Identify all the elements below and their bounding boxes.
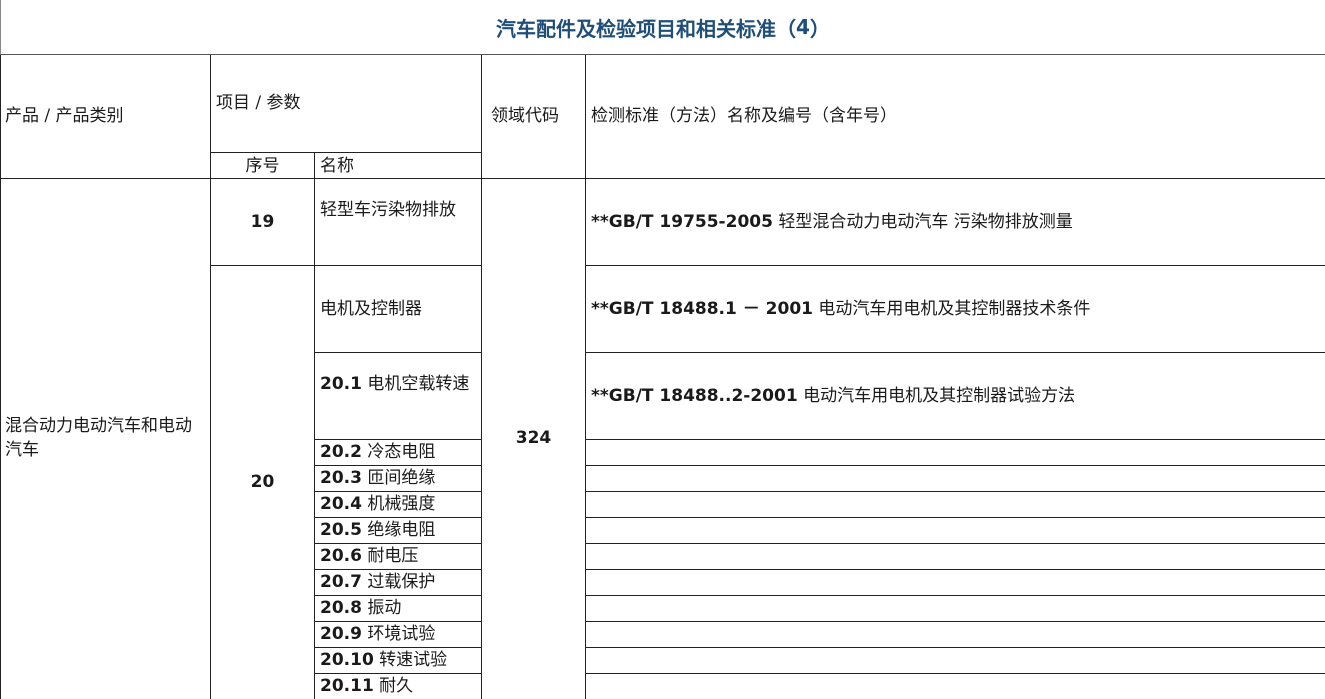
sub-item-number: 20.1 <box>320 374 362 394</box>
sub-item-number: 20.4 <box>320 494 362 514</box>
sub-item-number: 20.3 <box>320 468 362 488</box>
sub-item-number: 20.5 <box>320 520 362 540</box>
grid-line <box>585 621 1325 622</box>
sub-item-number: 20.9 <box>320 624 362 644</box>
standard-19: **GB/T 19755-2005 轻型混合动力电动汽车 污染物排放测量 <box>591 210 1073 234</box>
sub-item-number: 20.6 <box>320 546 362 566</box>
grid-line <box>585 439 1325 440</box>
grid-line <box>585 673 1325 674</box>
sub-item-label: 耐久 <box>373 676 414 696</box>
sub-item-label: 绝缘电阻 <box>361 520 436 540</box>
grid-line <box>585 569 1325 570</box>
sub-item-label: 耐电压 <box>361 546 419 566</box>
grid-line <box>585 517 1325 518</box>
grid-line <box>585 265 1325 266</box>
header-seq: 序号 <box>245 156 280 176</box>
header-standard: 检测标准（方法）名称及编号（含年号） <box>591 106 897 126</box>
standard-title: 轻型混合动力电动汽车 污染物排放测量 <box>772 212 1073 232</box>
spreadsheet: 汽车配件及检验项目和相关标准（ 4） 产品 / 产品类别 项目 / 参数 序号 名… <box>0 0 1325 699</box>
sheet-title: 汽车配件及检验项目和相关标准（ 4） <box>0 0 1325 55</box>
grid-line <box>585 491 1325 492</box>
grid-line <box>585 55 586 699</box>
header-domain-code: 领域代码 <box>491 106 559 126</box>
seq-20: 20 <box>250 472 275 492</box>
sub-item: 20.11 耐久 <box>320 674 413 698</box>
standard-code: **GB/T 19755-2005 <box>591 212 773 232</box>
grid-line <box>0 178 1325 179</box>
sub-item-label: 电机空载转速 <box>361 374 470 394</box>
header-product: 产品 / 产品类别 <box>5 106 124 126</box>
sub-item: 20.8 振动 <box>320 596 401 620</box>
domain-code-value: 324 <box>515 428 552 448</box>
sub-item-label: 匝间绝缘 <box>361 468 436 488</box>
sub-item-number: 20.7 <box>320 572 362 592</box>
sub-item: 20.9 环境试验 <box>320 622 435 646</box>
sub-item: 20.5 绝缘电阻 <box>320 518 435 542</box>
header-item-param: 项目 / 参数 <box>216 93 301 113</box>
item-name-19: 轻型车污染物排放 <box>320 200 456 220</box>
sub-item-label: 转速试验 <box>373 650 448 670</box>
standard-20-1: **GB/T 18488..2-2001 电动汽车用电机及其控制器试验方法 <box>591 384 1075 408</box>
item-name-20-1: 20.1 电机空载转速 <box>320 372 478 396</box>
sub-item-number: 20.2 <box>320 442 362 462</box>
title-number: 4 <box>796 15 810 39</box>
grid-line <box>585 352 1325 353</box>
sub-item: 20.6 耐电压 <box>320 544 418 568</box>
sub-item-label: 振动 <box>361 598 402 618</box>
grid-line <box>0 55 1 699</box>
seq-19: 19 <box>250 212 275 232</box>
grid-line <box>481 55 482 699</box>
grid-line <box>210 265 481 266</box>
grid-line <box>585 543 1325 544</box>
sub-item: 20.3 匝间绝缘 <box>320 466 435 490</box>
sub-item: 20.4 机械强度 <box>320 492 435 516</box>
item-name-20: 电机及控制器 <box>320 299 422 319</box>
sub-item-number: 20.10 <box>320 650 374 670</box>
sub-item-number: 20.11 <box>320 676 374 696</box>
grid-line <box>585 647 1325 648</box>
title-text: 汽车配件及检验项目和相关标准（ <box>496 16 797 41</box>
standard-title: 电动汽车用电机及其控制器试验方法 <box>797 386 1076 406</box>
sub-item-label: 过载保护 <box>361 572 436 592</box>
standard-title: 电动汽车用电机及其控制器技术条件 <box>813 299 1091 319</box>
product-category: 混合动力电动汽车和电动汽车 <box>5 416 192 460</box>
sub-item: 20.2 冷态电阻 <box>320 440 435 464</box>
grid-line <box>210 152 481 153</box>
title-close: ） <box>809 16 830 41</box>
grid-line <box>585 465 1325 466</box>
header-name: 名称 <box>320 156 354 176</box>
sub-item: 20.10 转速试验 <box>320 648 447 672</box>
sub-item: 20.7 过载保护 <box>320 570 435 594</box>
standard-20: **GB/T 18488.1 － 2001 电动汽车用电机及其控制器技术条件 <box>591 297 1090 321</box>
standard-code: **GB/T 18488..2-2001 <box>591 386 798 406</box>
sub-item-label: 冷态电阻 <box>361 442 436 462</box>
grid-line <box>314 352 481 353</box>
grid-line <box>314 152 315 699</box>
sub-item-label: 环境试验 <box>361 624 436 644</box>
grid-line <box>585 595 1325 596</box>
sub-item-label: 机械强度 <box>361 494 436 514</box>
sub-item-number: 20.8 <box>320 598 362 618</box>
standard-code: **GB/T 18488.1 － 2001 <box>591 299 813 319</box>
